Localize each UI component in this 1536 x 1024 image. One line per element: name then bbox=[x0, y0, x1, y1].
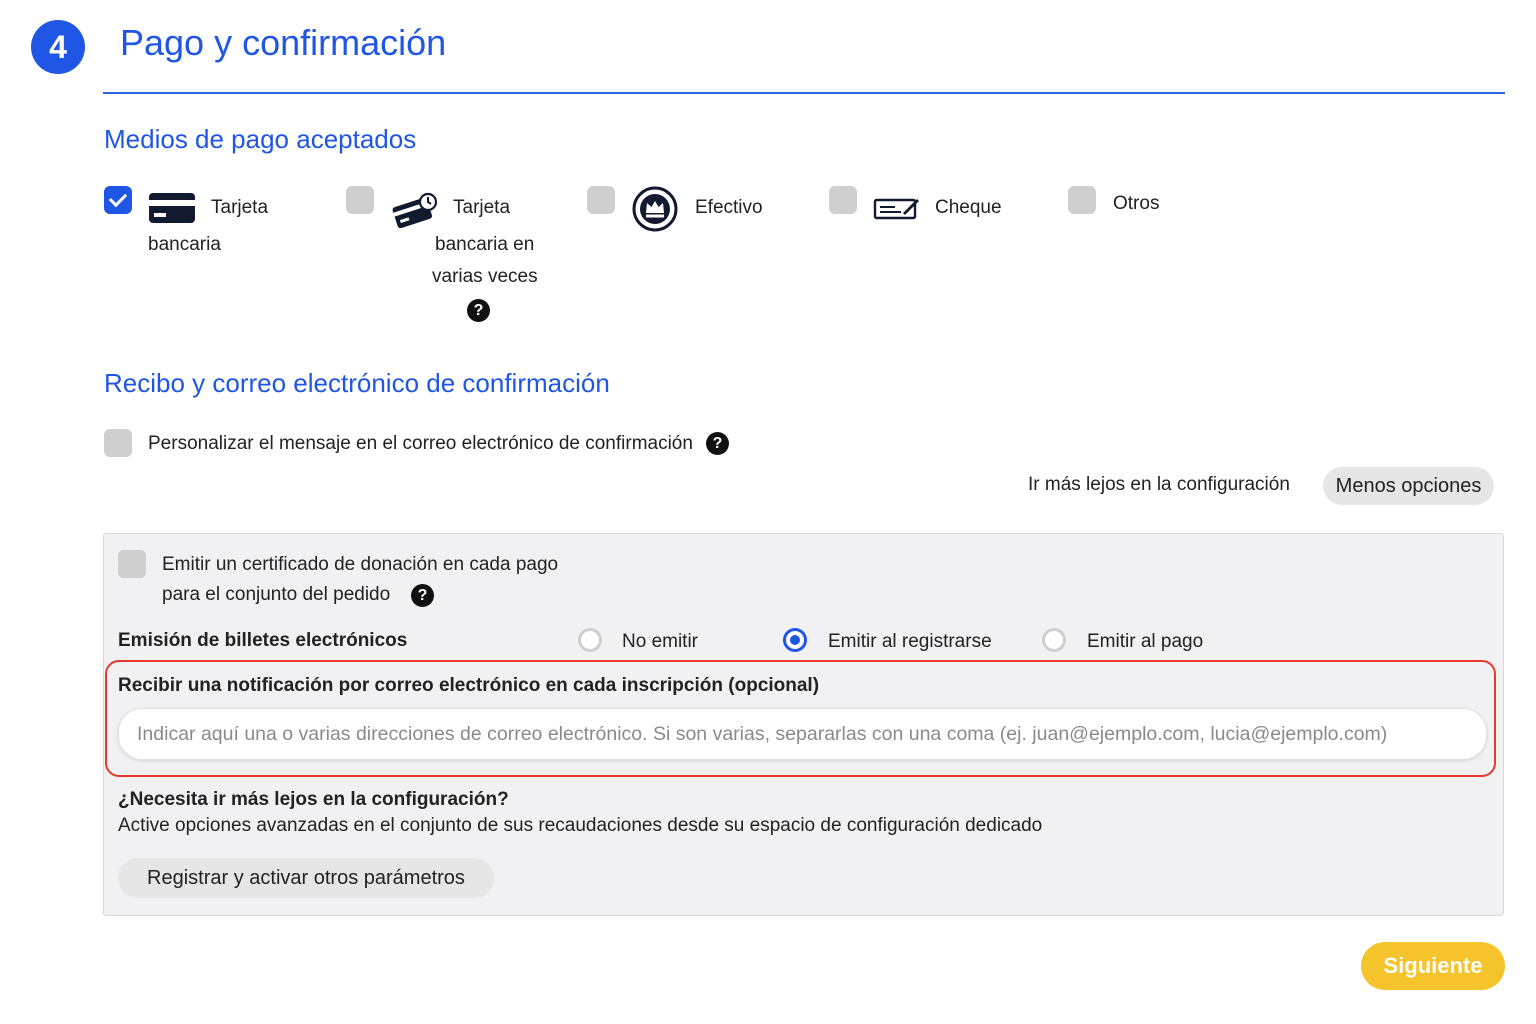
radio-emit-on-register-label: Emitir al registrarse bbox=[828, 631, 992, 652]
radio-no-emit-label: No emitir bbox=[622, 631, 699, 652]
donation-certificate-label-2: para el conjunto del pedido bbox=[162, 584, 391, 605]
donation-certificate-label: Emitir un certificado de donación en cad… bbox=[162, 554, 559, 575]
card-installments-icon bbox=[392, 190, 438, 233]
card-installments-label-3: varias veces bbox=[432, 266, 538, 287]
others-label: Otros bbox=[1113, 193, 1160, 214]
checkbox-cash[interactable] bbox=[587, 186, 615, 214]
help-icon[interactable]: ? bbox=[411, 584, 434, 607]
checkbox-card[interactable] bbox=[104, 186, 132, 214]
e-tickets-label: Emisión de billetes electrónicos bbox=[118, 630, 408, 651]
receipt-section-title: Recibo y correo electrónico de confirmac… bbox=[104, 368, 610, 398]
payment-section-title: Medios de pago aceptados bbox=[104, 124, 417, 154]
cash-label: Efectivo bbox=[695, 197, 763, 218]
checkbox-customize-message[interactable] bbox=[104, 429, 132, 457]
less-options-button[interactable]: Menos opciones bbox=[1323, 467, 1494, 505]
card-installments-label: Tarjeta bbox=[453, 197, 511, 218]
register-activate-button[interactable]: Registrar y activar otros parámetros bbox=[118, 858, 494, 898]
notification-label: Recibir una notificación por correo elec… bbox=[118, 675, 820, 696]
next-button[interactable]: Siguiente bbox=[1361, 942, 1505, 990]
page-title: Pago y confirmación bbox=[120, 22, 447, 63]
more-config-description: Active opciones avanzadas en el conjunto… bbox=[118, 815, 1043, 836]
customize-message-label: Personalizar el mensaje en el correo ele… bbox=[148, 433, 693, 454]
checkbox-donation-certificate[interactable] bbox=[118, 550, 146, 578]
step-number-badge: 4 bbox=[31, 20, 85, 74]
radio-emit-on-payment[interactable] bbox=[1042, 628, 1066, 652]
more-config-title: ¿Necesita ir más lejos en la configuraci… bbox=[118, 789, 509, 810]
radio-emit-on-payment-label: Emitir al pago bbox=[1087, 631, 1204, 652]
credit-card-icon bbox=[148, 192, 196, 229]
checkbox-others[interactable] bbox=[1068, 186, 1096, 214]
help-icon[interactable]: ? bbox=[467, 299, 490, 322]
cash-crown-icon bbox=[632, 186, 678, 237]
cheque-label: Cheque bbox=[935, 197, 1002, 218]
card-installments-label-2: bancaria en bbox=[435, 234, 535, 255]
card-label-2: bancaria bbox=[148, 234, 221, 255]
radio-emit-on-register[interactable] bbox=[783, 628, 807, 652]
checkbox-cheque[interactable] bbox=[829, 186, 857, 214]
checkbox-card-installments[interactable] bbox=[346, 186, 374, 214]
further-config-label: Ir más lejos en la configuración bbox=[1028, 474, 1290, 495]
help-icon[interactable]: ? bbox=[706, 432, 729, 455]
card-label: Tarjeta bbox=[211, 197, 269, 218]
title-divider bbox=[103, 92, 1505, 94]
radio-no-emit[interactable] bbox=[578, 628, 602, 652]
notification-email-input[interactable] bbox=[118, 708, 1487, 760]
cheque-icon bbox=[873, 196, 921, 227]
